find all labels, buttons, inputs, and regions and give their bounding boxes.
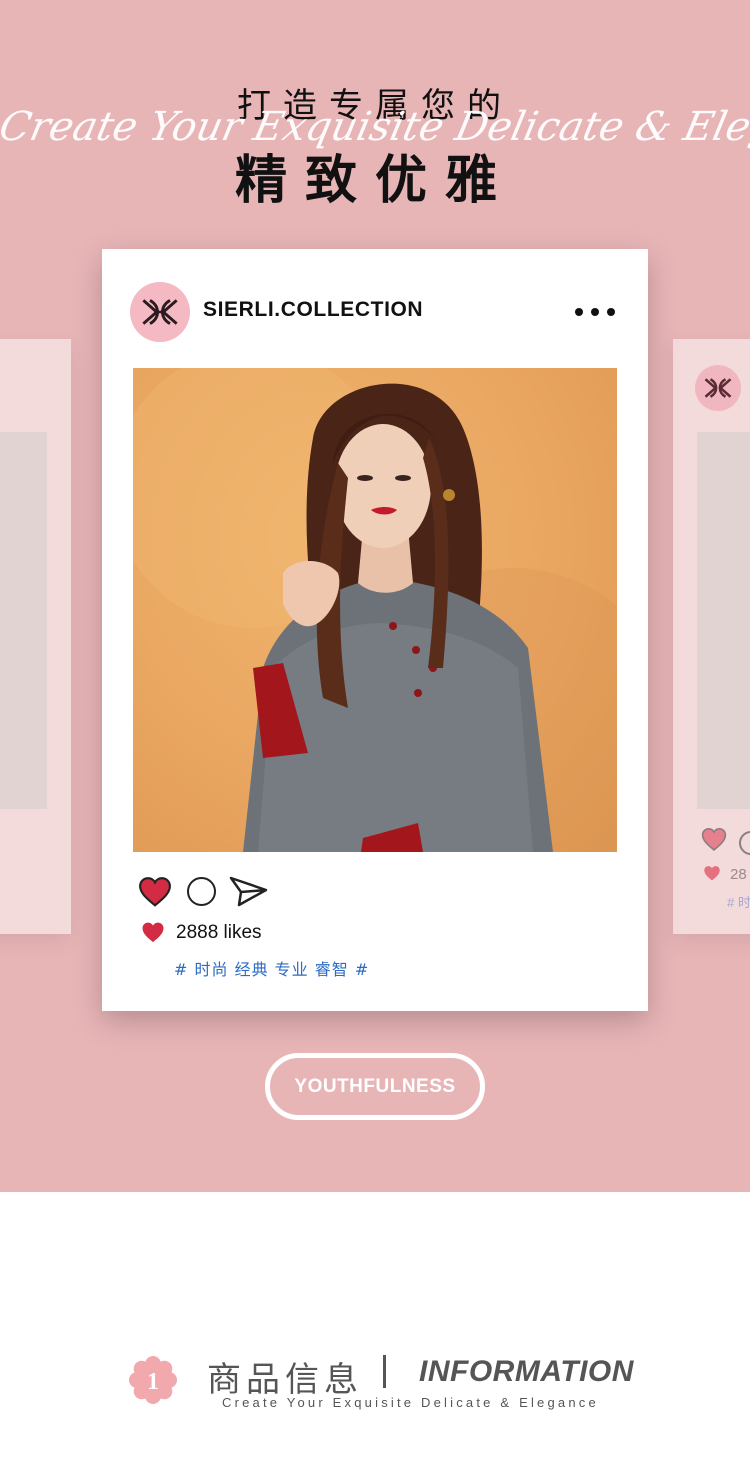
side-card-likes: 28 (730, 866, 747, 883)
avatar[interactable] (130, 282, 190, 342)
more-dots-icon (607, 308, 615, 316)
comment-circle-icon[interactable] (187, 877, 216, 906)
side-card-right-image (697, 432, 750, 809)
sierli-logo-icon (704, 378, 732, 398)
more-options-button[interactable] (575, 302, 615, 322)
comment-circle-icon (739, 831, 750, 855)
more-dots-icon (575, 308, 583, 316)
hero-title-line2: 精致优雅 (234, 151, 515, 211)
heart-filled-icon (142, 922, 164, 943)
side-card-left-image (0, 432, 47, 809)
info-subtitle: Create Your Exquisite Delicate & Eleganc… (222, 1395, 599, 1410)
info-divider (383, 1355, 386, 1388)
flower-number-badge-icon: 1 (129, 1356, 177, 1404)
more-dots-icon (591, 308, 599, 316)
heart-filled-icon (704, 866, 720, 881)
badge-number: 1 (147, 1369, 159, 1395)
side-card-avatar (695, 365, 741, 411)
heart-outline-icon (701, 828, 727, 851)
side-card-left (0, 339, 71, 934)
likes-count[interactable]: 2888 likes (176, 922, 262, 944)
sierli-logo-icon (142, 299, 178, 325)
post-hashtags[interactable]: # 时尚 经典 专业 睿智 # (174, 956, 369, 980)
paper-plane-icon[interactable] (229, 876, 268, 907)
info-title-cn: 商品信息 (207, 1360, 363, 1400)
post-card: SIERLI.COLLECTION 2888 likes # 时尚 经典 专业 … (102, 249, 648, 1011)
account-handle[interactable]: SIERLI.COLLECTION (203, 298, 423, 322)
heart-filled-icon[interactable] (138, 876, 172, 907)
post-photo[interactable] (133, 368, 617, 852)
info-title-en: INFORMATION (419, 1355, 634, 1388)
side-card-tag: # 时 (727, 895, 750, 910)
youthfulness-button[interactable]: YOUTHFULNESS (265, 1053, 485, 1120)
model-photo-illustration (133, 368, 617, 852)
side-card-right: 28 # 时 (673, 339, 750, 934)
hero-section: 打造专属您的 Create Your Exquisite Delicate & … (0, 0, 750, 1192)
